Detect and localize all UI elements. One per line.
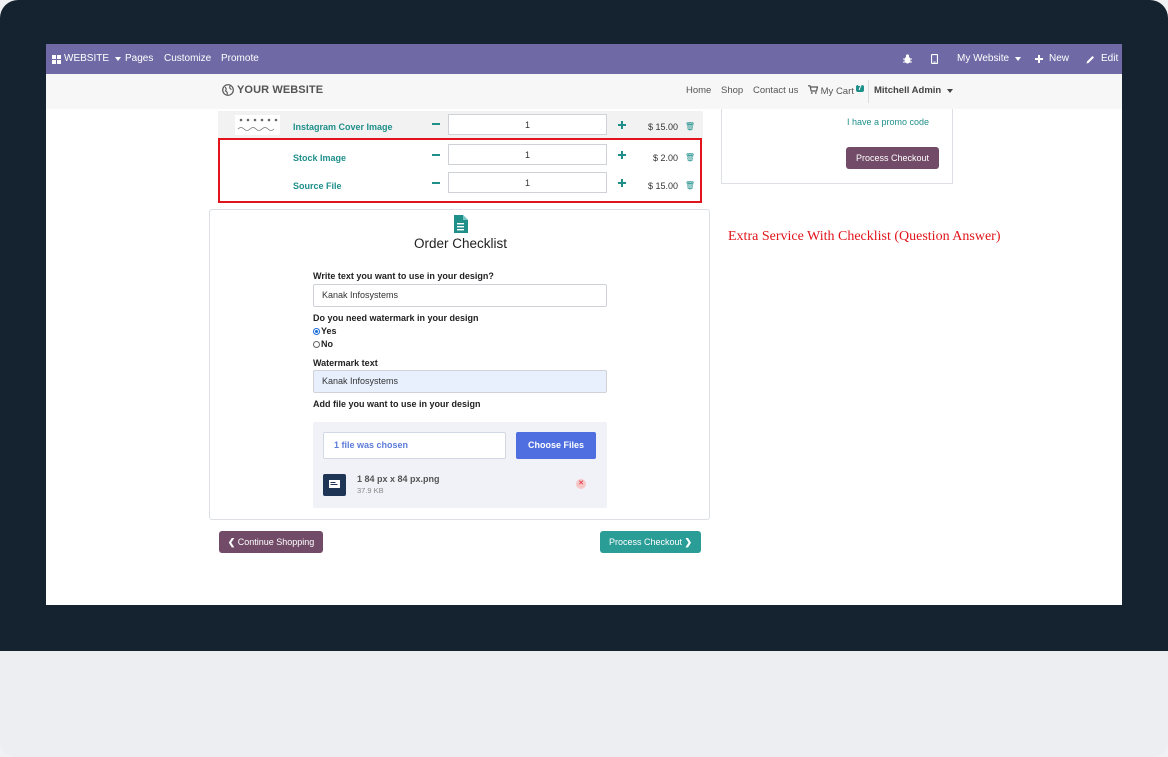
promo-code-link[interactable]: I have a promo code: [847, 117, 929, 127]
nav-contact[interactable]: Contact us: [753, 85, 798, 96]
minus-icon[interactable]: [432, 123, 440, 125]
my-website-label: My Website: [957, 53, 1010, 64]
radio-label: No: [321, 339, 333, 349]
product-name[interactable]: Instagram Cover Image: [293, 122, 393, 132]
pencil-icon: [1086, 55, 1094, 63]
process-checkout-button[interactable]: Process Checkout: [846, 147, 939, 169]
pages-menu[interactable]: Pages: [125, 44, 153, 74]
chevron-down-icon: [1015, 57, 1022, 61]
nav-cart[interactable]: My Cart 7: [808, 85, 864, 97]
file-image-icon: [323, 474, 346, 496]
promote-label: Promote: [221, 53, 259, 64]
site-logo[interactable]: YOUR WEBSITE: [222, 84, 323, 96]
cart-label: My Cart: [820, 86, 854, 97]
cart-line: Instagram Cover Image 1 $ 15.00 🗑: [218, 111, 703, 139]
design-text-input[interactable]: Kanak Infosystems: [313, 284, 607, 307]
chevron-down-icon: [115, 57, 122, 61]
device-frame: WEBSITE Pages Customize Promote My Websi…: [0, 0, 1168, 651]
chevron-down-icon: [946, 89, 953, 93]
checklist-title: Order Checklist: [413, 236, 508, 251]
user-name: Mitchell Admin: [874, 85, 942, 96]
customize-menu[interactable]: Customize: [164, 44, 211, 74]
promote-menu[interactable]: Promote: [221, 44, 259, 74]
line-price: $ 15.00: [647, 122, 678, 132]
chevron-right-icon: ❯: [684, 537, 693, 547]
annotation-text: Extra Service With Checklist (Question A…: [728, 229, 1001, 244]
file-size: 37.9 KB: [357, 486, 384, 495]
plus-icon[interactable]: [618, 121, 626, 129]
file-status-field[interactable]: 1 file was chosen: [323, 432, 506, 459]
order-summary: I have a promo code Process Checkout: [721, 109, 953, 184]
browser-screen: WEBSITE Pages Customize Promote My Websi…: [46, 44, 1122, 605]
admin-topbar: WEBSITE Pages Customize Promote My Websi…: [46, 44, 1122, 74]
edit-label: Edit: [1101, 53, 1119, 64]
mobile-preview-button[interactable]: [931, 44, 938, 74]
radio-button[interactable]: [313, 340, 320, 348]
nav-shop[interactable]: Shop: [721, 85, 743, 96]
highlight-box: [218, 138, 702, 203]
continue-shopping-button[interactable]: ❮ Continue Shopping: [219, 531, 323, 553]
customize-label: Customize: [164, 53, 212, 64]
edit-button[interactable]: Edit: [1086, 44, 1118, 74]
pages-label: Pages: [125, 53, 154, 64]
globe-icon: [222, 84, 234, 96]
continue-label: Continue Shopping: [237, 537, 315, 547]
checkout-label: Process Checkout: [608, 537, 682, 547]
website-menu[interactable]: WEBSITE: [52, 44, 122, 74]
logo-text: YOUR WEBSITE: [237, 84, 324, 96]
my-website-menu[interactable]: My Website: [957, 44, 1022, 74]
apps-icon: [52, 54, 61, 64]
cart-count-badge: 7: [855, 85, 864, 92]
radio-no[interactable]: No: [313, 339, 333, 349]
bug-icon: [903, 54, 912, 64]
mobile-icon: [931, 54, 938, 64]
device-base: [0, 651, 1168, 757]
new-button[interactable]: New: [1035, 44, 1069, 74]
website-menu-label: WEBSITE: [64, 53, 110, 64]
question-label: Watermark text: [313, 358, 378, 368]
radio-label: Yes: [321, 326, 337, 336]
remove-file-icon[interactable]: ✕: [576, 479, 586, 489]
nav-home[interactable]: Home: [686, 85, 711, 96]
file-upload-area: 1 file was chosen Choose Files 1 84 px x…: [313, 422, 607, 508]
process-checkout-bottom-button[interactable]: Process Checkout ❯: [600, 531, 701, 553]
user-menu[interactable]: Mitchell Admin: [874, 85, 953, 96]
document-icon: [454, 215, 468, 233]
site-navbar: YOUR WEBSITE Home Shop Contact us My Car…: [46, 74, 1122, 109]
file-name: 1 84 px x 84 px.png: [357, 474, 440, 484]
radio-yes[interactable]: Yes: [313, 326, 337, 336]
order-checklist: Order Checklist Write text you want to u…: [209, 209, 710, 520]
question-label: Add file you want to use in your design: [313, 399, 481, 409]
cart-icon: [808, 85, 819, 94]
radio-button[interactable]: [313, 327, 320, 335]
chevron-left-icon: ❮: [227, 537, 236, 547]
product-image: [237, 118, 278, 131]
trash-icon[interactable]: 🗑: [685, 122, 695, 131]
plus-icon: [1035, 55, 1043, 63]
question-label: Do you need watermark in your design: [313, 313, 479, 323]
new-label: New: [1049, 53, 1070, 64]
quantity-input[interactable]: 1: [448, 114, 607, 135]
product-thumbnail: [235, 115, 280, 135]
choose-files-button[interactable]: Choose Files: [516, 432, 596, 459]
debug-button[interactable]: [903, 44, 912, 74]
watermark-text-input[interactable]: Kanak Infosystems: [313, 370, 607, 393]
question-label: Write text you want to use in your desig…: [313, 271, 494, 281]
nav-divider: [868, 80, 869, 103]
